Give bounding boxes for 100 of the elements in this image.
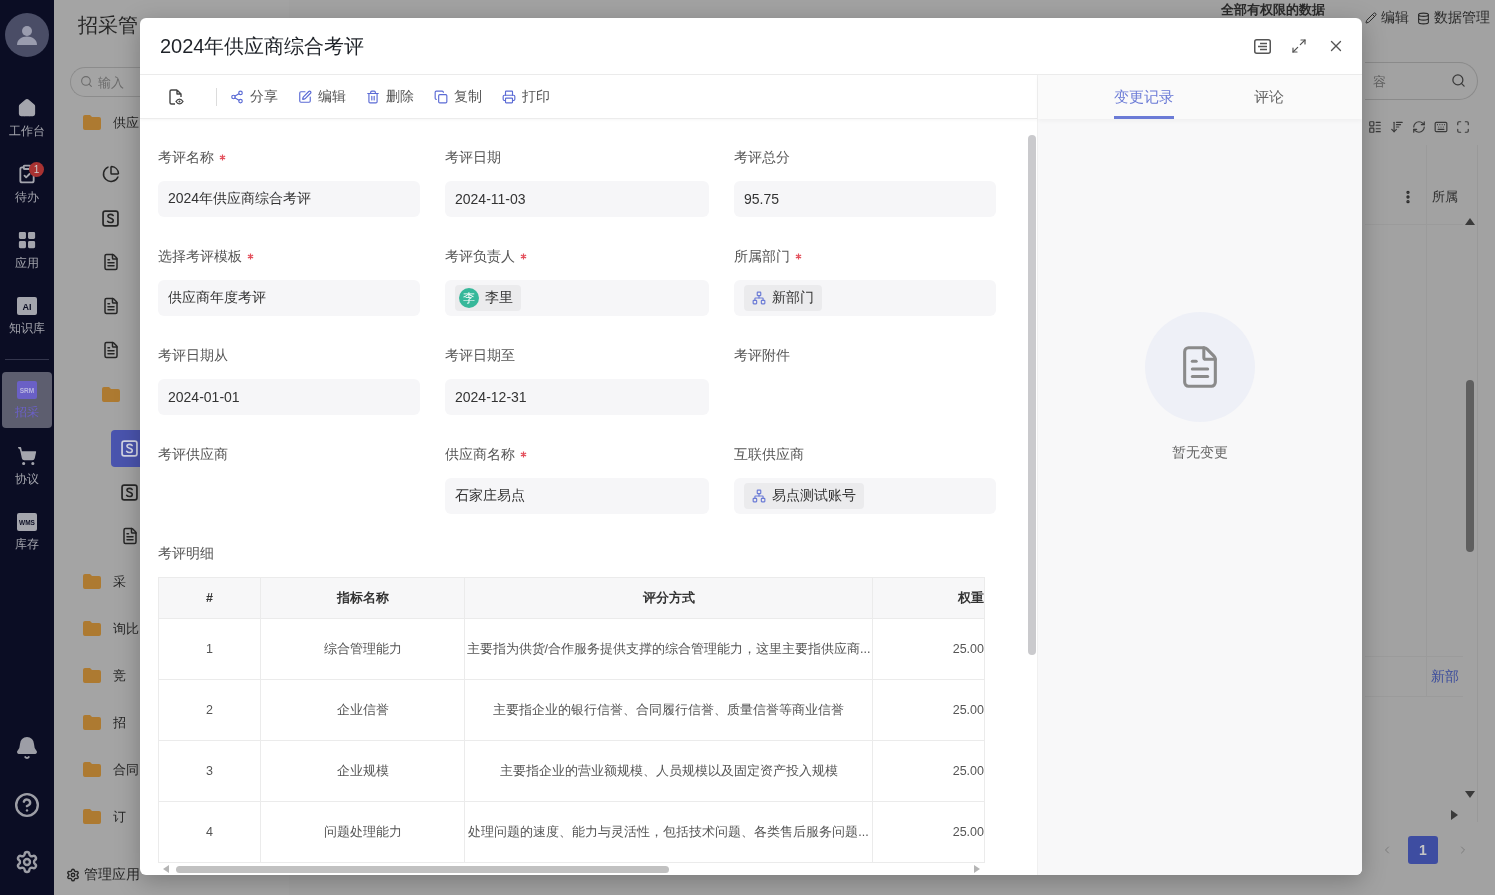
form-icon	[121, 439, 138, 457]
keyboard-icon[interactable]	[1434, 120, 1448, 134]
table-cell: 企业规模	[261, 741, 465, 801]
page-button[interactable]: 1	[1408, 836, 1438, 864]
table-cell: 4	[159, 802, 261, 862]
field-label: 考评供应商	[158, 445, 228, 464]
column-header: 权重	[957, 589, 984, 607]
tree-item[interactable]: 供应	[83, 104, 139, 141]
field-label: 考评总分	[734, 148, 790, 167]
column-header: 指标名称	[261, 578, 465, 618]
table-cell: 处理问题的速度、能力与灵活性，包括技术问题、各类售后服务问题...	[465, 802, 873, 862]
field-label: 互联供应商	[734, 445, 804, 464]
tab[interactable]: 评论	[1254, 75, 1284, 119]
tag-field[interactable]: 李 李里	[445, 280, 709, 316]
bell-icon[interactable]	[15, 736, 39, 760]
scroll-down-icon[interactable]	[1465, 791, 1475, 798]
sidebar-item[interactable]: 待办 1	[2, 156, 52, 212]
list-panel-icon	[1253, 38, 1271, 54]
fullscreen-icon[interactable]	[1456, 120, 1470, 134]
edit-link[interactable]: 编辑	[1365, 9, 1409, 27]
column-header: 评分方式	[465, 578, 873, 618]
data-scope-label[interactable]: 全部有权限的数据	[1221, 2, 1325, 17]
form-icon	[102, 209, 119, 227]
scrollbar-thumb[interactable]	[176, 865, 669, 873]
pie-chart-icon	[102, 165, 120, 183]
table-cell-text: 25.00	[951, 641, 984, 658]
ai-book-icon: AI	[17, 297, 37, 315]
tree-item[interactable]	[111, 429, 140, 467]
input-field[interactable]: 石家庄易点	[445, 478, 709, 514]
table-cell-text: 25.00	[951, 763, 984, 780]
tree-item[interactable]: 合同	[83, 751, 139, 788]
table-cell-text: 新部	[1430, 666, 1460, 686]
scroll-right-icon[interactable]	[1451, 810, 1458, 820]
dialog-title: 2024年供应商综合考评	[160, 33, 365, 59]
scrollbar-thumb[interactable]	[1028, 135, 1036, 655]
input-field[interactable]: 2024-12-31	[445, 379, 709, 415]
table-cell-text: 25.00	[951, 824, 984, 841]
copy-button[interactable]: 复制	[434, 87, 482, 106]
print-button[interactable]: 打印	[502, 87, 550, 106]
tag-field[interactable]: 新部门	[734, 280, 996, 316]
table-cell: 主要指企业的营业额规模、人员规模以及固定资产投入规模	[465, 741, 873, 801]
edit-button[interactable]: 编辑	[298, 87, 346, 106]
group-icon[interactable]	[1368, 120, 1382, 134]
folder-icon	[83, 115, 101, 130]
share-button[interactable]: 分享	[230, 87, 278, 106]
settings-icon	[66, 868, 80, 882]
document-icon	[102, 253, 120, 271]
clipboard-check-icon	[17, 164, 37, 184]
sort-icon[interactable]	[1390, 120, 1404, 134]
cart-icon	[17, 446, 37, 466]
pencil-icon	[1365, 12, 1377, 24]
tree-item[interactable]: 订	[83, 798, 126, 835]
folder-icon	[83, 621, 101, 636]
table-cell: 企业信誉	[261, 680, 465, 740]
search-icon	[1451, 73, 1466, 88]
field-label: 选择考评模板	[158, 247, 242, 266]
field-label: 考评日期	[445, 148, 501, 167]
sidebar-item[interactable]: 应用	[2, 222, 52, 278]
sidebar-item[interactable]: 工作台	[2, 90, 52, 146]
user-name: 李里	[485, 289, 513, 307]
field-label: 所属部门	[734, 247, 790, 266]
avatar-initial: 李	[459, 288, 479, 308]
org-name: 新部门	[772, 289, 814, 307]
table-cell: 主要指为供货/合作服务提供支撑的综合管理能力，这里主要指供应商...	[465, 619, 873, 679]
column-header: 所属	[1431, 187, 1459, 206]
settings-icon[interactable]	[15, 850, 39, 874]
tree-item[interactable]: 询比	[83, 610, 139, 647]
table-cell: 2	[159, 680, 261, 740]
sidebar-item[interactable]: 协议	[2, 438, 52, 494]
database-icon	[1417, 11, 1430, 25]
document-icon	[121, 527, 139, 545]
empty-state-text: 暂无变更	[1172, 443, 1228, 462]
copy-icon	[434, 89, 448, 104]
tree-item[interactable]: 招	[83, 704, 126, 741]
sidebar-item[interactable]: AI 知识库	[2, 288, 52, 344]
home-icon	[17, 98, 37, 118]
field-label: 考评负责人	[445, 247, 515, 266]
tree-item[interactable]: 采	[83, 563, 126, 600]
preview-button[interactable]	[168, 88, 184, 105]
document-icon	[102, 341, 120, 359]
tree-item[interactable]: 竞	[83, 657, 126, 694]
input-field[interactable]: 95.75	[734, 181, 996, 217]
data-management-link[interactable]: 数据管理	[1417, 9, 1490, 27]
share-icon	[230, 89, 244, 104]
delete-button[interactable]: 删除	[366, 87, 414, 106]
input-field[interactable]: 2024-11-03	[445, 181, 709, 217]
manage-apps-button[interactable]: 管理应用	[66, 860, 140, 890]
folder-icon	[83, 574, 101, 589]
scroll-up-icon[interactable]	[1465, 218, 1475, 225]
avatar-icon[interactable]	[5, 13, 49, 57]
search-field[interactable]: 容	[1365, 62, 1478, 100]
tab[interactable]: 变更记录	[1114, 75, 1174, 119]
input-field[interactable]: 2024年供应商综合考评	[158, 181, 420, 217]
input-field[interactable]: 2024-01-01	[158, 379, 420, 415]
refresh-icon[interactable]	[1412, 120, 1426, 134]
tag-field[interactable]: 易点测试账号	[734, 478, 996, 514]
help-icon[interactable]	[14, 792, 40, 818]
input-field[interactable]: 供应商年度考评	[158, 280, 420, 316]
org-chart-icon	[752, 291, 766, 305]
scrollbar-thumb[interactable]	[1466, 380, 1474, 552]
